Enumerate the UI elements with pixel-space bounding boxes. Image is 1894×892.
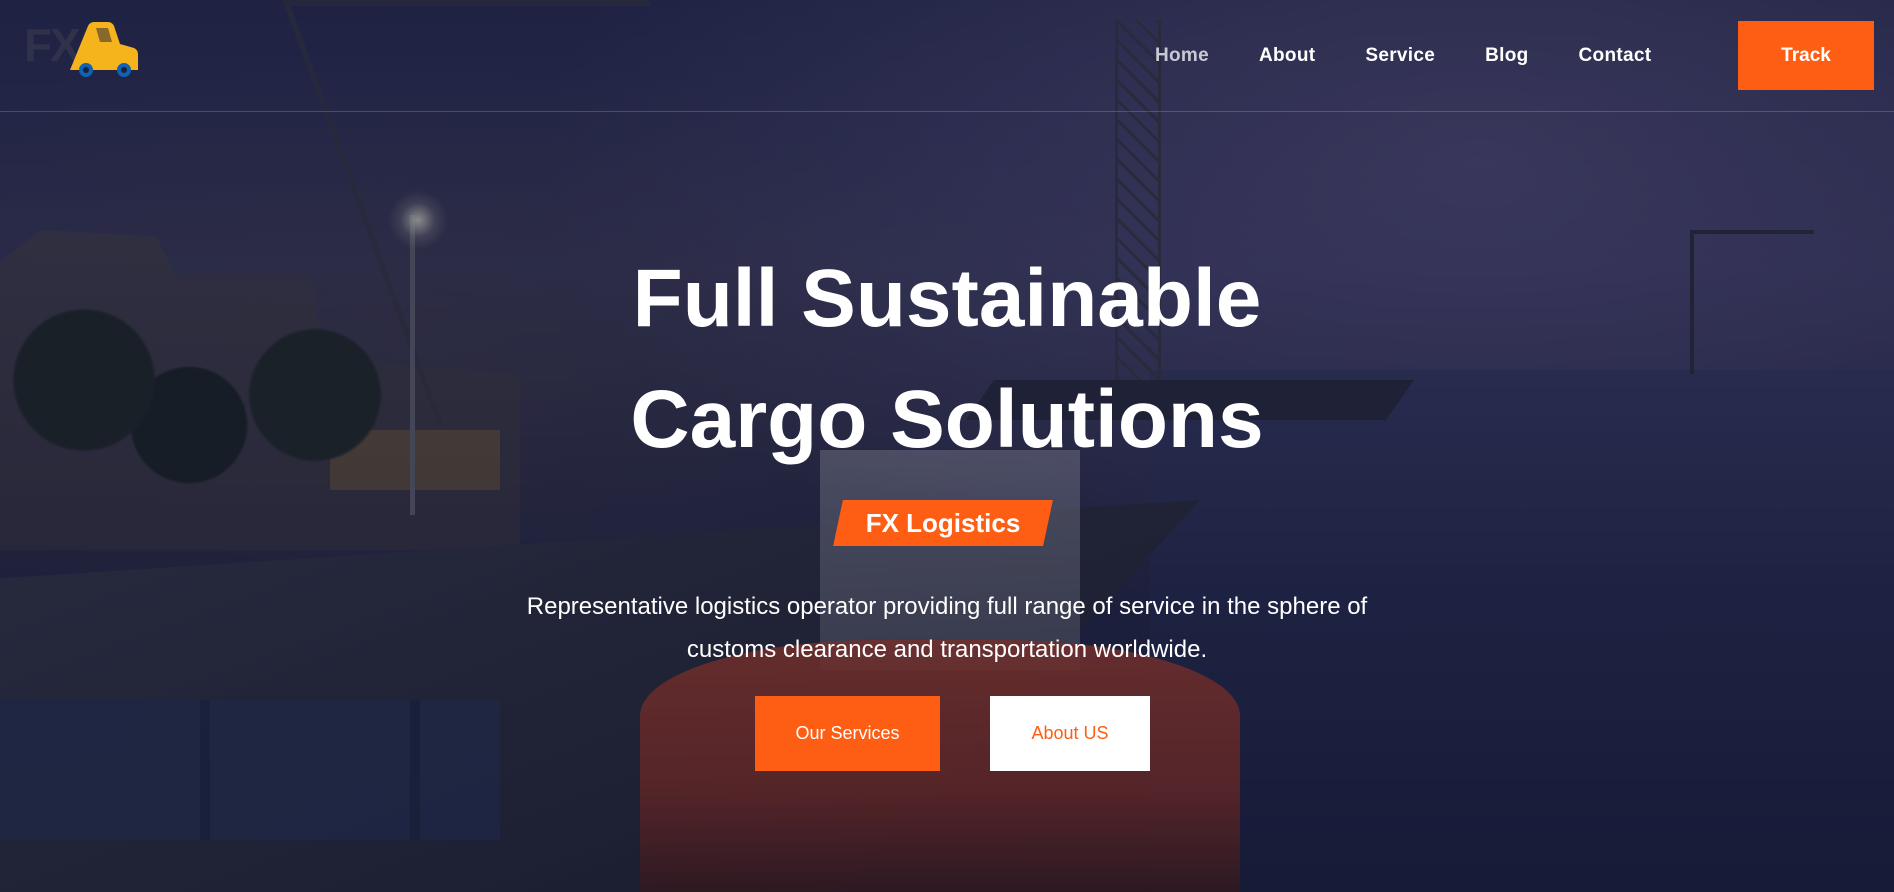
truck-logo-icon	[70, 22, 138, 77]
site-header: FX Home About Service Blog Contact Track	[0, 0, 1894, 112]
nav-blog[interactable]: Blog	[1485, 45, 1528, 67]
nav-home[interactable]: Home	[1155, 45, 1209, 67]
main-nav: Home About Service Blog Contact	[1155, 0, 1701, 111]
hero-section: FX Home About Service Blog Contact Track…	[0, 0, 1894, 892]
hero-title: Full Sustainable Cargo Solutions	[0, 238, 1894, 480]
hero-subtitle: Representative logistics operator provid…	[497, 585, 1397, 671]
brand-tag: FX Logistics	[833, 500, 1053, 546]
brand-tag-label: FX Logistics	[865, 508, 1021, 538]
hero-title-line2: Cargo Solutions	[630, 374, 1264, 465]
hero-title-line1: Full Sustainable	[632, 253, 1262, 344]
about-us-button[interactable]: About US	[990, 696, 1150, 771]
hero-subtitle-line2: customs clearance and transportation wor…	[686, 636, 1208, 663]
track-button[interactable]: Track	[1738, 21, 1874, 90]
nav-contact[interactable]: Contact	[1579, 45, 1652, 67]
nav-about[interactable]: About	[1259, 45, 1315, 67]
nav-service[interactable]: Service	[1365, 45, 1435, 67]
our-services-button[interactable]: Our Services	[755, 696, 940, 771]
hero-subtitle-line1: Representative logistics operator provid…	[526, 593, 1368, 620]
logo[interactable]: FX	[24, 18, 144, 80]
